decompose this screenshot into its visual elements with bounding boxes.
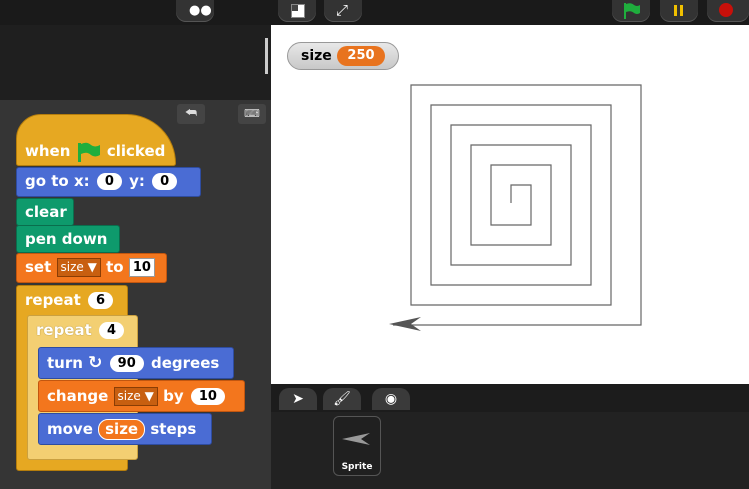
fullscreen-button[interactable]: ⤢ [324,0,362,22]
footprints-icon: ●● [189,3,212,18]
keyboard-icon: ⌨ [244,107,260,120]
set-to-label: to [106,258,124,276]
repeat-inner-count-input[interactable]: 4 [99,322,125,339]
fullscreen-icon: ⤢ [336,1,349,19]
camera-icon: ◉ [384,391,398,407]
green-flag-icon [624,3,640,19]
variable-watcher-size[interactable]: size 250 [287,42,399,70]
sprite-tile[interactable]: Sprite [333,416,381,476]
set-variable-dropdown[interactable]: size ▼ [56,258,101,277]
pause-icon [674,5,677,16]
paintbrush-tab[interactable]: 🖌 [323,388,361,410]
sprite-name-label: Sprite [341,462,373,472]
stage-size-icon-inner [292,5,298,11]
goto-label: go to x: [25,172,90,190]
sprite-tool-tabs: ➤ 🖌 ◉ [271,384,749,412]
arrow-icon: ➤ [292,391,304,407]
change-by-label: by [163,387,184,405]
watcher-label: size [301,48,332,64]
change-variable-block[interactable]: change size ▼ by 10 [38,380,245,412]
sprite-thumbnail-icon [342,433,370,445]
set-value-input[interactable]: 10 [128,258,155,277]
paintbrush-icon: 🖌 [333,391,351,407]
pen-down-label: pen down [25,230,108,248]
clear-label: clear [25,203,67,221]
pen-spiral-drawing [393,84,642,326]
top-bar: ●● ⤢ [0,0,749,25]
turn-degrees-input[interactable]: 90 [109,355,144,372]
turtle-tab[interactable]: ➤ [279,388,317,410]
dropdown-arrow-icon: ▼ [144,389,154,403]
pen-down-block[interactable]: pen down [16,225,120,253]
turn-label: turn [47,354,83,372]
hat-clicked-label: clicked [106,142,166,160]
logo-button[interactable]: ●● [176,0,214,22]
pause-button[interactable] [660,0,698,22]
clockwise-icon: ↻ [88,353,103,373]
move-label: move [47,420,93,438]
move-block[interactable]: move size steps [38,413,212,445]
sprite-arrow-icon[interactable] [389,316,423,332]
watcher-value: 250 [337,46,385,66]
move-steps-label: steps [150,420,197,438]
stop-button[interactable] [707,0,749,22]
repeat-inner-label: repeat [36,321,92,339]
change-variable-dropdown[interactable]: size ▼ [113,387,158,406]
green-flag-icon [77,142,100,162]
undo-button[interactable]: ⮪ [177,104,205,124]
change-var-name: size [117,389,141,403]
hat-when-label: when [25,142,71,160]
clear-block[interactable]: clear [16,198,74,226]
camera-tab[interactable]: ◉ [372,388,410,410]
set-var-name: size [60,260,84,274]
palette-area [0,25,271,100]
goto-y-label: y: [129,172,145,190]
undo-arrow-icon: ⮪ [184,106,198,121]
repeat-outer-count-input[interactable]: 6 [88,292,114,309]
change-value-input[interactable]: 10 [190,388,225,405]
repeat-outer-label: repeat [25,291,81,309]
stage-size-button[interactable] [278,0,316,22]
when-flag-clicked-block[interactable]: when clicked [16,114,176,166]
turn-degrees-label: degrees [150,354,220,372]
turn-block[interactable]: turn ↻ 90 degrees [38,347,234,379]
stop-icon [719,3,733,17]
goto-y-input[interactable]: 0 [152,173,178,190]
dropdown-arrow-icon: ▼ [87,260,97,274]
stage[interactable] [271,25,749,384]
green-flag-button[interactable] [612,0,650,22]
set-variable-block[interactable]: set size ▼ to 10 [16,253,167,283]
move-size-reporter[interactable]: size [98,419,146,440]
set-label: set [25,258,52,276]
palette-scrollbar[interactable] [265,38,268,74]
goto-x-input[interactable]: 0 [96,173,122,190]
change-label: change [47,387,109,405]
go-to-xy-block[interactable]: go to x: 0 y: 0 [16,167,201,197]
keyboard-button[interactable]: ⌨ [238,104,266,124]
